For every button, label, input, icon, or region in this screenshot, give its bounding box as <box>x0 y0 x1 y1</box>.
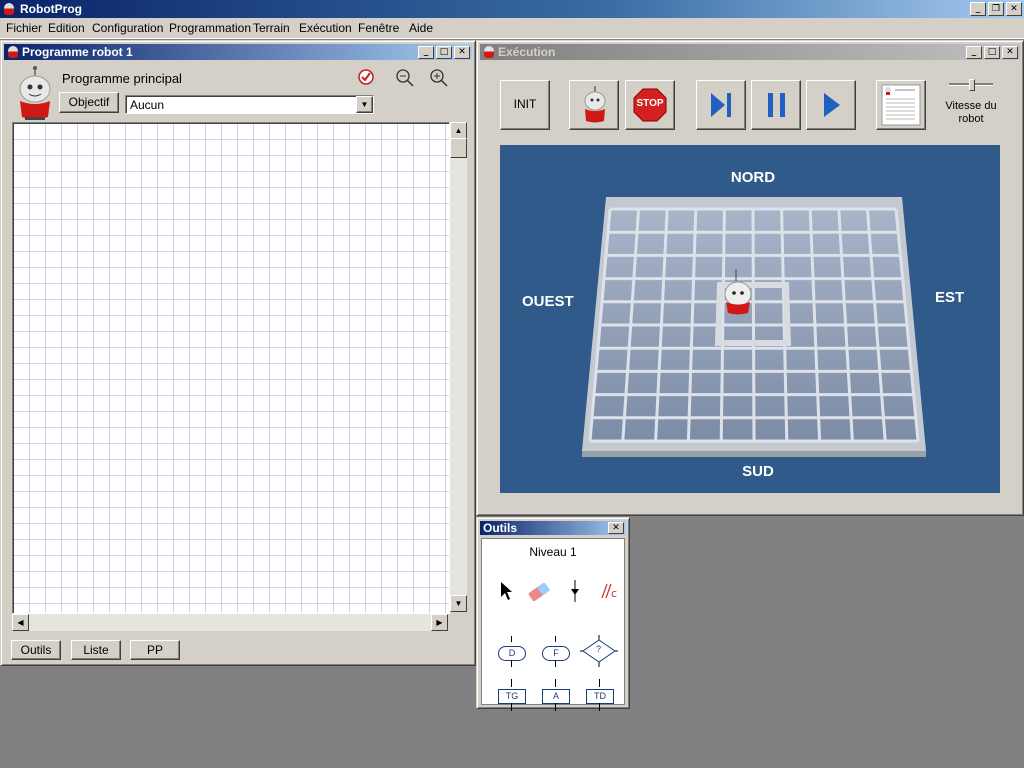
stop-label: STOP <box>636 98 664 109</box>
menu-execution[interactable]: Exécution <box>299 21 352 35</box>
robot-icon <box>584 86 606 123</box>
program-canvas[interactable] <box>12 122 450 614</box>
pp-button[interactable]: PP <box>130 640 180 660</box>
turn-right-block[interactable]: TD <box>586 689 614 704</box>
chevron-down-icon[interactable]: ▼ <box>356 96 373 113</box>
connector-tool-icon[interactable] <box>570 579 580 603</box>
menu-fichier[interactable]: Fichier <box>6 21 42 35</box>
program-window: Programme robot 1 _ □ ✕ Programme princi… <box>0 40 476 666</box>
menu-terrain[interactable]: Terrain <box>253 21 290 35</box>
play-button[interactable] <box>806 80 856 130</box>
turn-left-block[interactable]: TG <box>498 689 526 704</box>
minimize-icon[interactable]: _ <box>970 2 986 16</box>
robot-button[interactable] <box>569 80 619 130</box>
execution-window-title-bar[interactable]: Exécution _ □ ✕ <box>480 44 1020 60</box>
arena-board <box>582 197 926 457</box>
level-label: Niveau 1 <box>529 545 577 559</box>
program-label: Programme principal <box>62 71 182 86</box>
restore-icon[interactable]: ❐ <box>988 2 1004 16</box>
scroll-left-icon[interactable]: ◀ <box>12 614 29 631</box>
direction-north: NORD <box>730 169 776 186</box>
objectif-select-value: Aucun <box>130 98 165 112</box>
arena-panel: NORD SUD OUEST EST <box>500 145 1000 493</box>
zoom-in-icon[interactable] <box>429 68 449 88</box>
end-block[interactable]: F <box>542 646 570 661</box>
direction-south: SUD <box>742 463 774 480</box>
check-icon[interactable] <box>357 68 375 86</box>
robot-app-icon <box>484 46 494 58</box>
direction-east: EST <box>935 289 965 306</box>
scroll-down-icon[interactable]: ▼ <box>450 595 467 612</box>
close-icon[interactable]: ✕ <box>454 46 470 59</box>
step-forward-button[interactable] <box>696 80 746 130</box>
liste-button[interactable]: Liste <box>71 640 121 660</box>
init-label: INIT <box>513 97 537 111</box>
direction-west: OUEST <box>522 293 574 310</box>
scroll-right-icon[interactable]: ▶ <box>431 614 448 631</box>
menu-aide[interactable]: Aide <box>409 21 433 35</box>
start-block[interactable]: D <box>498 646 526 661</box>
minimize-icon[interactable]: _ <box>966 46 982 59</box>
stop-button[interactable]: STOP <box>625 80 675 130</box>
execution-window-title: Exécution <box>498 45 556 59</box>
step-forward-icon <box>711 93 731 117</box>
speed-slider-thumb[interactable] <box>969 79 975 91</box>
scroll-thumb[interactable] <box>450 138 467 158</box>
robot-app-icon <box>4 3 14 15</box>
menu-configuration[interactable]: Configuration <box>92 21 163 35</box>
advance-block[interactable]: A <box>542 689 570 704</box>
robot-avatar-icon <box>19 66 51 120</box>
close-icon[interactable]: ✕ <box>1006 2 1022 16</box>
maximize-icon[interactable]: □ <box>984 46 1000 59</box>
minimize-icon[interactable]: _ <box>418 46 434 59</box>
horizontal-scrollbar[interactable]: ◀ ▶ <box>12 614 448 631</box>
maximize-icon[interactable]: □ <box>436 46 452 59</box>
pause-button[interactable] <box>751 80 801 130</box>
zoom-out-icon[interactable] <box>395 68 415 88</box>
init-button[interactable]: INIT <box>500 80 550 130</box>
eraser-tool-icon[interactable] <box>526 581 552 603</box>
play-icon <box>824 93 840 117</box>
outils-button[interactable]: Outils <box>11 640 61 660</box>
app-title-bar: RobotProg _ ❐ ✕ <box>0 0 1024 18</box>
vertical-scrollbar[interactable]: ▲ ▼ <box>450 122 467 612</box>
condition-label: ? <box>596 644 602 654</box>
document-icon <box>881 84 921 126</box>
execution-window: Exécution _ □ ✕ INIT STOP Vitesse du rob… <box>476 40 1024 516</box>
robot-app-icon <box>8 46 18 58</box>
speed-label: Vitesse du robot <box>945 100 997 125</box>
app-title: RobotProg <box>20 2 82 16</box>
menu-edition[interactable]: Edition <box>48 21 85 35</box>
program-window-title: Programme robot 1 <box>22 45 133 59</box>
close-icon[interactable]: ✕ <box>1002 46 1018 59</box>
document-button[interactable] <box>876 80 926 130</box>
svg-text:c: c <box>611 587 617 599</box>
tools-window-title: Outils <box>483 521 518 535</box>
comment-tool-icon[interactable]: c <box>598 583 620 599</box>
objectif-button[interactable]: Objectif <box>59 92 119 113</box>
menu-fenetre[interactable]: Fenêtre <box>358 21 399 35</box>
tools-window-title-bar[interactable]: Outils ✕ <box>480 521 626 535</box>
scroll-up-icon[interactable]: ▲ <box>450 122 467 139</box>
pause-icon <box>768 93 785 117</box>
speed-slider[interactable] <box>947 79 995 91</box>
menu-bar: Fichier Edition Configuration Programmat… <box>0 18 1024 39</box>
tools-window: Outils ✕ Niveau 1 c D F ? TG A TD <box>476 517 630 711</box>
tools-panel: Niveau 1 c D F ? TG A TD <box>481 538 625 711</box>
menu-programmation[interactable]: Programmation <box>169 21 251 35</box>
close-icon[interactable]: ✕ <box>608 522 624 534</box>
objectif-select[interactable]: Aucun ▼ <box>125 95 374 114</box>
program-window-title-bar[interactable]: Programme robot 1 _ □ ✕ <box>4 44 472 60</box>
pointer-tool-icon[interactable] <box>499 581 513 601</box>
